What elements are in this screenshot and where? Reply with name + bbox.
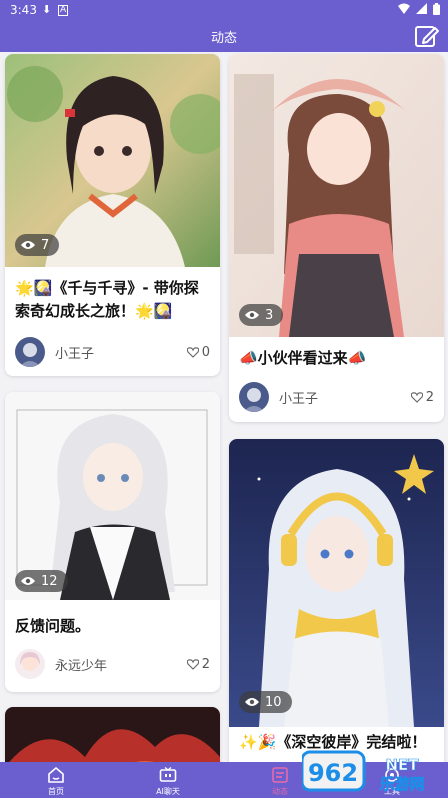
watermark-logo: 962 NET 乐游网: [302, 750, 425, 793]
nav-ai-chat[interactable]: AI聊天: [112, 762, 224, 798]
view-count-badge: 10: [239, 691, 292, 713]
post-card[interactable]: 7 🌟🎑《千与千寻》- 带你探索奇幻成长之旅！🌟🎑 小王子 0: [5, 54, 220, 376]
watermark-site-name: 乐游网: [379, 775, 424, 793]
app-bar: 动态: [0, 20, 448, 52]
heart-icon: [186, 346, 199, 358]
post-cover-image: [229, 439, 444, 727]
status-time: 3:43: [10, 3, 37, 17]
edit-post-button[interactable]: [414, 23, 440, 49]
battery-icon: [433, 3, 440, 15]
author-name[interactable]: 小王子: [279, 388, 411, 407]
nav-home[interactable]: 首页: [0, 762, 112, 798]
nav-label: AI聊天: [156, 787, 180, 796]
eye-icon: [21, 241, 35, 249]
watermark-number: 962: [308, 759, 358, 787]
status-bar: 3:43 ⬇ A: [0, 0, 448, 20]
post-cover-image: [5, 392, 220, 600]
like-count: 2: [201, 656, 210, 672]
post-card[interactable]: [5, 707, 220, 762]
feed-icon: [272, 767, 288, 783]
like-count: 0: [201, 344, 210, 360]
post-card[interactable]: 12 反馈问题。 永远少年 2: [5, 392, 220, 692]
post-cover-image: [229, 54, 444, 337]
page-title: 动态: [210, 31, 237, 46]
heart-icon: [410, 391, 423, 403]
post-title: 📣小伙伴看过来📣: [239, 349, 367, 367]
home-icon: [48, 767, 64, 783]
nav-label: 首页: [48, 787, 64, 796]
wifi-icon: [398, 3, 410, 14]
post-cover-image: [5, 707, 220, 762]
post-card[interactable]: 10 ✨🎉《深空彼岸》完结啦！: [229, 439, 444, 762]
post-title: 反馈问题。: [15, 617, 91, 635]
post-title: 🌟🎑《千与千寻》- 带你探索奇幻成长之旅！🌟🎑: [15, 279, 199, 320]
like-button[interactable]: 0: [186, 344, 210, 360]
post-author: 永远少年 2: [15, 649, 210, 679]
view-count: 10: [265, 694, 282, 710]
signal-icon: [416, 3, 427, 14]
eye-icon: [21, 577, 35, 585]
app-notification-icon: A: [58, 5, 69, 16]
view-count-badge: 12: [15, 570, 68, 592]
post-card[interactable]: 3 📣小伙伴看过来📣 小王子 2: [229, 54, 444, 422]
author-name[interactable]: 小王子: [55, 343, 187, 362]
like-button[interactable]: 2: [410, 389, 434, 405]
view-count: 3: [265, 307, 274, 323]
view-count-badge: 3: [239, 304, 284, 326]
watermark-domain: NET: [385, 756, 419, 774]
view-count: 7: [41, 237, 50, 253]
avatar[interactable]: [15, 649, 45, 679]
download-icon: ⬇: [42, 3, 52, 16]
post-author: 小王子 2: [239, 382, 434, 412]
view-count: 12: [41, 573, 58, 589]
like-count: 2: [425, 389, 434, 405]
author-name[interactable]: 永远少年: [55, 655, 187, 674]
eye-icon: [245, 698, 259, 706]
tv-icon: [159, 766, 177, 782]
avatar[interactable]: [239, 382, 269, 412]
post-feed[interactable]: 7 🌟🎑《千与千寻》- 带你探索奇幻成长之旅！🌟🎑 小王子 0 3 📣小伙伴看过…: [0, 52, 448, 762]
heart-icon: [186, 658, 199, 670]
eye-icon: [245, 311, 259, 319]
view-count-badge: 7: [15, 234, 60, 256]
avatar[interactable]: [15, 337, 45, 367]
like-button[interactable]: 2: [186, 656, 210, 672]
post-author: 小王子 0: [15, 337, 210, 367]
